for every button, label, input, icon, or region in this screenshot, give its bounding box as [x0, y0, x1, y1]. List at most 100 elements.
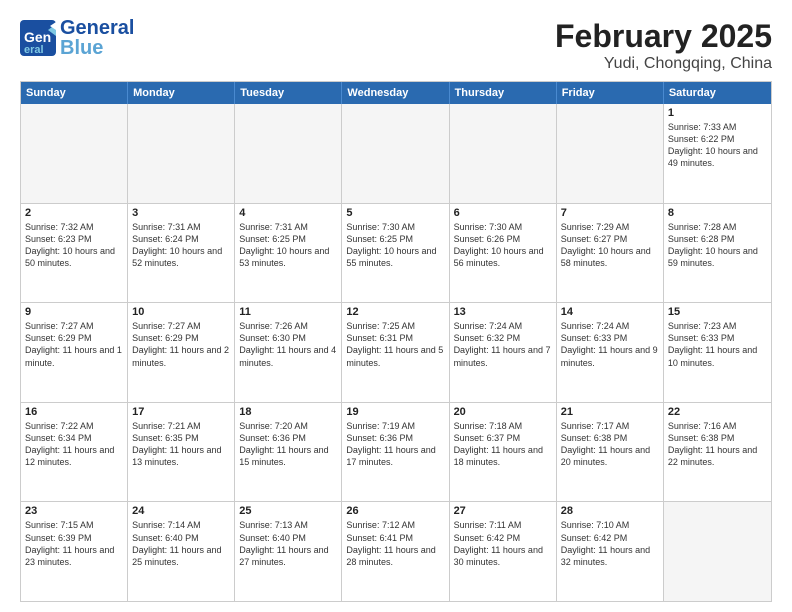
location-title: Yudi, Chongqing, China [555, 55, 772, 73]
day-info: Sunrise: 7:29 AM Sunset: 6:27 PM Dayligh… [561, 221, 659, 270]
day-number: 28 [561, 505, 659, 517]
calendar-day-5: 5Sunrise: 7:30 AM Sunset: 6:25 PM Daylig… [342, 204, 449, 303]
calendar-day-10: 10 Sunrise: 7:27 AM Sunset: 6:29 PM Dayli… [128, 303, 235, 402]
day-number: 26 [346, 505, 444, 517]
day-number: 27 [454, 505, 552, 517]
day-info: Sunrise: 7:27 AM Sunset: 6:29 PM Dayligh… [132, 320, 230, 369]
logo-blue: Blue [60, 38, 134, 58]
day-info: Sunrise: 7:18 AM Sunset: 6:37 PM Dayligh… [454, 420, 552, 469]
day-number: 4 [239, 207, 337, 219]
day-info: Sunrise: 7:22 AM Sunset: 6:34 PM Dayligh… [25, 420, 123, 469]
day-number: 23 [25, 505, 123, 517]
day-info: Sunrise: 7:11 AM Sunset: 6:42 PM Dayligh… [454, 519, 552, 568]
day-number: 14 [561, 306, 659, 318]
day-number: 17 [132, 406, 230, 418]
day-info: Sunrise: 7:13 AM Sunset: 6:40 PM Dayligh… [239, 519, 337, 568]
day-info: Sunrise: 7:32 AM Sunset: 6:23 PM Dayligh… [25, 221, 123, 270]
day-info: Sunrise: 7:12 AM Sunset: 6:41 PM Dayligh… [346, 519, 444, 568]
calendar-day-24: 24 Sunrise: 7:14 AM Sunset: 6:40 PM Dayli… [128, 502, 235, 601]
day-number: 7 [561, 207, 659, 219]
weekday-header: Wednesday [342, 82, 449, 104]
calendar-day-18: 18 Sunrise: 7:20 AM Sunset: 6:36 PM Dayli… [235, 403, 342, 502]
calendar-day-17: 17 Sunrise: 7:21 AM Sunset: 6:35 PM Dayli… [128, 403, 235, 502]
calendar-day-4: 4 Sunrise: 7:31 AM Sunset: 6:25 PM Daylig… [235, 204, 342, 303]
calendar-empty-cell [128, 104, 235, 203]
day-number: 18 [239, 406, 337, 418]
day-number: 19 [346, 406, 444, 418]
calendar-row: 23 Sunrise: 7:15 AM Sunset: 6:39 PM Dayli… [21, 501, 771, 601]
day-info: Sunrise: 7:26 AM Sunset: 6:30 PM Dayligh… [239, 320, 337, 369]
day-number: 25 [239, 505, 337, 517]
calendar-day-25: 25 Sunrise: 7:13 AM Sunset: 6:40 PM Dayli… [235, 502, 342, 601]
day-number: 13 [454, 306, 552, 318]
day-number: 11 [239, 306, 337, 318]
calendar: SundayMondayTuesdayWednesdayThursdayFrid… [20, 81, 772, 602]
calendar-day-14: 14 Sunrise: 7:24 AM Sunset: 6:33 PM Dayli… [557, 303, 664, 402]
svg-text:Gen: Gen [24, 29, 51, 45]
calendar-day-11: 11 Sunrise: 7:26 AM Sunset: 6:30 PM Dayli… [235, 303, 342, 402]
day-info: Sunrise: 7:28 AM Sunset: 6:28 PM Dayligh… [668, 221, 767, 270]
calendar-day-19: 19 Sunrise: 7:19 AM Sunset: 6:36 PM Dayli… [342, 403, 449, 502]
day-info: Sunrise: 7:27 AM Sunset: 6:29 PM Dayligh… [25, 320, 123, 369]
day-number: 10 [132, 306, 230, 318]
day-info: Sunrise: 7:14 AM Sunset: 6:40 PM Dayligh… [132, 519, 230, 568]
calendar-day-22: 22 Sunrise: 7:16 AM Sunset: 6:38 PM Dayli… [664, 403, 771, 502]
calendar-row: 9 Sunrise: 7:27 AM Sunset: 6:29 PM Daylig… [21, 302, 771, 402]
day-number: 22 [668, 406, 767, 418]
calendar-empty-cell [235, 104, 342, 203]
day-number: 24 [132, 505, 230, 517]
day-number: 12 [346, 306, 444, 318]
calendar-empty-cell [342, 104, 449, 203]
calendar-day-27: 27 Sunrise: 7:11 AM Sunset: 6:42 PM Dayli… [450, 502, 557, 601]
logo-icon: Gen eral [20, 20, 56, 56]
day-info: Sunrise: 7:23 AM Sunset: 6:33 PM Dayligh… [668, 320, 767, 369]
day-info: Sunrise: 7:17 AM Sunset: 6:38 PM Dayligh… [561, 420, 659, 469]
day-number: 6 [454, 207, 552, 219]
logo: Gen eral General Blue [20, 18, 134, 58]
calendar-day-7: 7 Sunrise: 7:29 AM Sunset: 6:27 PM Daylig… [557, 204, 664, 303]
calendar-day-12: 12 Sunrise: 7:25 AM Sunset: 6:31 PM Dayli… [342, 303, 449, 402]
day-number: 16 [25, 406, 123, 418]
day-info: Sunrise: 7:24 AM Sunset: 6:33 PM Dayligh… [561, 320, 659, 369]
svg-text:eral: eral [24, 44, 44, 56]
calendar-day-15: 15 Sunrise: 7:23 AM Sunset: 6:33 PM Dayli… [664, 303, 771, 402]
calendar-header: SundayMondayTuesdayWednesdayThursdayFrid… [21, 82, 771, 104]
page: Gen eral General Blue February 2025 Yudi… [0, 0, 792, 612]
day-number: 1 [668, 107, 767, 119]
day-info: Sunrise: 7:31 AM Sunset: 6:25 PM Dayligh… [239, 221, 337, 270]
day-info: Sunrise: 7:20 AM Sunset: 6:36 PM Dayligh… [239, 420, 337, 469]
day-info: Sunrise: 7:16 AM Sunset: 6:38 PM Dayligh… [668, 420, 767, 469]
day-info: Sunrise: 7:19 AM Sunset: 6:36 PM Dayligh… [346, 420, 444, 469]
calendar-row: 1 Sunrise: 7:33 AM Sunset: 6:22 PM Daylig… [21, 104, 771, 203]
calendar-day-8: 8 Sunrise: 7:28 AM Sunset: 6:28 PM Daylig… [664, 204, 771, 303]
weekday-header: Thursday [450, 82, 557, 104]
day-number: 15 [668, 306, 767, 318]
day-number: 9 [25, 306, 123, 318]
header: Gen eral General Blue February 2025 Yudi… [20, 18, 772, 73]
day-number: 5 [346, 207, 444, 219]
calendar-day-23: 23 Sunrise: 7:15 AM Sunset: 6:39 PM Dayli… [21, 502, 128, 601]
day-number: 20 [454, 406, 552, 418]
calendar-day-6: 6Sunrise: 7:30 AM Sunset: 6:26 PM Daylig… [450, 204, 557, 303]
calendar-day-13: 13 Sunrise: 7:24 AM Sunset: 6:32 PM Dayli… [450, 303, 557, 402]
calendar-body: 1 Sunrise: 7:33 AM Sunset: 6:22 PM Daylig… [21, 104, 771, 601]
calendar-empty-cell [450, 104, 557, 203]
day-info: Sunrise: 7:21 AM Sunset: 6:35 PM Dayligh… [132, 420, 230, 469]
calendar-day-28: 28 Sunrise: 7:10 AM Sunset: 6:42 PM Dayli… [557, 502, 664, 601]
calendar-row: 2Sunrise: 7:32 AM Sunset: 6:23 PM Daylig… [21, 203, 771, 303]
logo-general: General [60, 18, 134, 38]
calendar-day-20: 20 Sunrise: 7:18 AM Sunset: 6:37 PM Dayli… [450, 403, 557, 502]
day-number: 8 [668, 207, 767, 219]
day-info: Sunrise: 7:33 AM Sunset: 6:22 PM Dayligh… [668, 121, 767, 170]
calendar-day-26: 26 Sunrise: 7:12 AM Sunset: 6:41 PM Dayli… [342, 502, 449, 601]
day-info: Sunrise: 7:10 AM Sunset: 6:42 PM Dayligh… [561, 519, 659, 568]
calendar-day-21: 21Sunrise: 7:17 AM Sunset: 6:38 PM Dayli… [557, 403, 664, 502]
calendar-empty-cell [557, 104, 664, 203]
day-info: Sunrise: 7:15 AM Sunset: 6:39 PM Dayligh… [25, 519, 123, 568]
day-number: 3 [132, 207, 230, 219]
day-info: Sunrise: 7:25 AM Sunset: 6:31 PM Dayligh… [346, 320, 444, 369]
calendar-day-2: 2Sunrise: 7:32 AM Sunset: 6:23 PM Daylig… [21, 204, 128, 303]
month-title: February 2025 [555, 18, 772, 55]
day-info: Sunrise: 7:24 AM Sunset: 6:32 PM Dayligh… [454, 320, 552, 369]
title-block: February 2025 Yudi, Chongqing, China [555, 18, 772, 73]
